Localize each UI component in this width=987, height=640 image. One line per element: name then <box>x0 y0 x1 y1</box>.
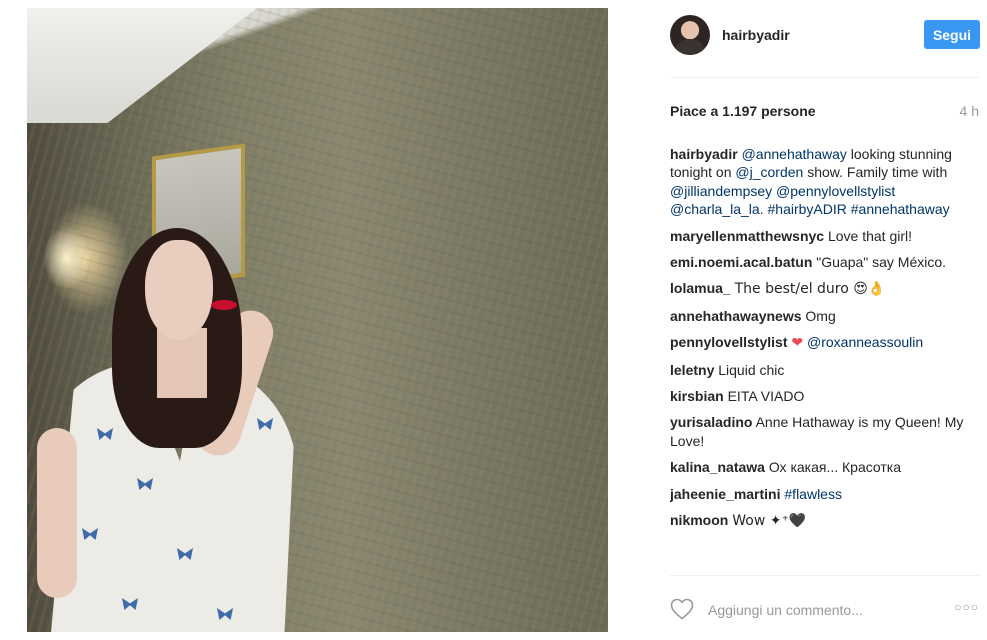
comment-text: "Guapa" say México. <box>816 254 947 271</box>
heart-emoji-icon: ❤ <box>791 335 804 352</box>
comment-item: annehathawaynews Omg <box>670 307 970 325</box>
lips <box>211 300 237 310</box>
mention-link[interactable]: @roxanneassoulin <box>807 334 923 350</box>
post-header: hairbyadir Segui <box>670 15 980 57</box>
comment-username[interactable]: emi.noemi.acal.batun <box>670 254 812 270</box>
mention-link[interactable]: @j_corden <box>735 164 803 180</box>
comment-item: maryellenmatthewsnyc Love that girl! <box>670 227 970 245</box>
comment-item: emi.noemi.acal.batun "Guapa" say México. <box>670 253 970 271</box>
comments-divider <box>670 575 979 576</box>
comment-item: kirsbian EITA VIADO <box>670 387 970 405</box>
likes-count[interactable]: Piace a 1.197 persone <box>670 103 816 119</box>
left-arm <box>37 428 77 598</box>
comment-item: yurisaladino Anne Hathaway is my Queen! … <box>670 413 970 450</box>
face <box>145 240 213 340</box>
post-time[interactable]: 4 h <box>960 103 979 119</box>
mention-link[interactable]: @annehathaway <box>742 146 847 162</box>
more-options-icon[interactable]: ○○○ <box>954 600 979 614</box>
caption-username[interactable]: hairbyadir <box>670 146 738 162</box>
header-username[interactable]: hairbyadir <box>722 27 790 43</box>
comment-item: nikmoon Wow ✦⁺🖤 <box>670 511 970 530</box>
comment-item: leletny Liquid chic <box>670 361 970 379</box>
comment-text: EITA VIADO <box>727 388 805 405</box>
post-sidebar: hairbyadir Segui Piace a 1.197 persone 4… <box>608 0 987 640</box>
comment-username[interactable]: lolamua_ <box>670 280 731 296</box>
comment-text: Omg <box>805 307 836 324</box>
comment-item: jaheenie_martini #flawless <box>670 485 970 503</box>
wall-sconce <box>27 188 87 368</box>
comment-username[interactable]: kirsbian <box>670 388 724 404</box>
caption-text: show. Family time with <box>803 164 948 181</box>
mention-link[interactable]: @pennylovellstylist <box>776 183 895 199</box>
follow-button[interactable]: Segui <box>924 20 980 49</box>
caption-text: . <box>759 201 768 218</box>
comment-username[interactable]: annehathawaynews <box>670 308 802 324</box>
comment-text: Wow ✦⁺🖤 <box>732 513 807 530</box>
hashtag-link[interactable]: #hairbyADIR <box>768 201 847 217</box>
hashtag-link[interactable]: #flawless <box>784 486 842 502</box>
caption: hairbyadir @annehathaway looking stunnin… <box>670 145 970 219</box>
comment-text: Liquid chic <box>718 361 785 378</box>
comment-username[interactable]: jaheenie_martini <box>670 486 781 502</box>
comment-item: lolamua_ The best/el duro 😍👌 <box>670 279 970 298</box>
hashtag-link[interactable]: #annehathaway <box>851 201 950 217</box>
heart-outline-icon[interactable] <box>670 598 694 620</box>
mention-link[interactable]: @jilliandempsey <box>670 183 772 199</box>
comment-input[interactable] <box>708 600 928 620</box>
post-photo[interactable] <box>27 8 608 632</box>
comment-username[interactable]: leletny <box>670 362 714 378</box>
comment-text: The best/el duro 😍👌 <box>734 281 886 298</box>
avatar[interactable] <box>670 15 710 55</box>
comment-username[interactable]: maryellenmatthewsnyc <box>670 228 824 244</box>
comment-text: Ох какая... Красотка <box>768 459 902 476</box>
comments-list[interactable]: hairbyadir @annehathaway looking stunnin… <box>670 145 970 570</box>
mention-link[interactable]: @charla_la_la <box>670 201 760 217</box>
comment-username[interactable]: pennylovellstylist <box>670 334 787 350</box>
comment-username[interactable]: yurisaladino <box>670 414 752 430</box>
comment-bar: ○○○ <box>670 590 979 630</box>
comment-item: pennylovellstylist ❤ @roxanneassoulin <box>670 333 970 352</box>
comment-username[interactable]: nikmoon <box>670 512 728 528</box>
header-divider <box>670 77 979 78</box>
comment-username[interactable]: kalina_natawa <box>670 459 765 475</box>
comment-item: kalina_natawa Ох какая... Красотка <box>670 458 970 476</box>
comment-text: Love that girl! <box>827 227 913 244</box>
